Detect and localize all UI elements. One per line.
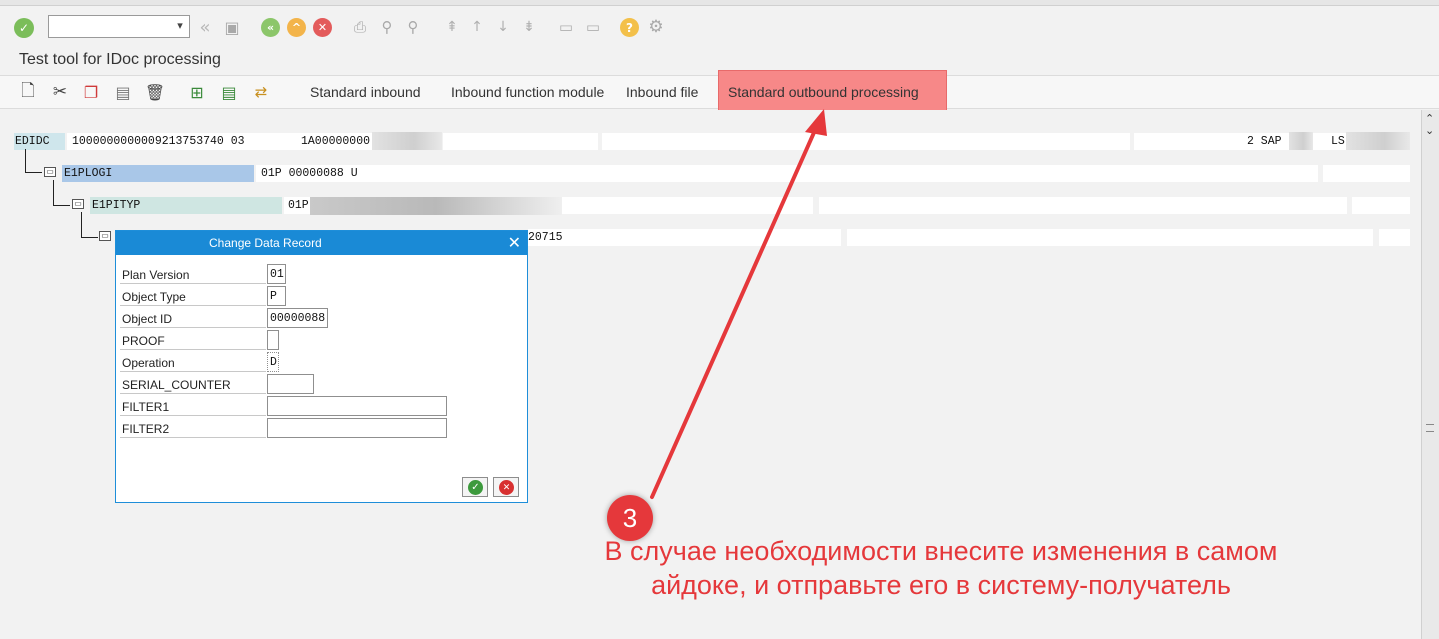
last-page-icon[interactable]: ⇟	[520, 17, 538, 37]
edidc-value-2: 1A00000000	[301, 135, 371, 148]
next-page-icon[interactable]: ↓	[494, 17, 512, 37]
print-icon[interactable]: ⎙	[350, 17, 370, 37]
row4-value: 20715	[528, 231, 563, 244]
folder-icon[interactable]: ▭	[99, 231, 111, 241]
edidc-value-1: 1000000000009213753740 03	[72, 135, 245, 148]
e1plogi-node[interactable]: E1PLOGI	[64, 167, 112, 180]
e1pityp-cell-2	[819, 197, 1347, 214]
chevron-down-icon[interactable]: ▾	[173, 19, 187, 34]
first-page-icon[interactable]: ⇞	[443, 17, 461, 37]
cancel-button[interactable]: ✕	[493, 477, 519, 497]
tree-connector	[81, 237, 98, 238]
tree-connector	[53, 205, 70, 206]
transfer-icon[interactable]: ⇄	[251, 81, 271, 103]
tree-connector	[25, 172, 42, 173]
dialog-header: Change Data Record ✕	[116, 231, 527, 255]
folder-icon[interactable]: ▭	[72, 199, 84, 209]
edidc-cell-2	[443, 133, 598, 150]
tree-connector	[25, 149, 26, 173]
tree-connector	[81, 212, 82, 238]
cancel-icon[interactable]: ✕	[313, 18, 332, 37]
object-type-field[interactable]: P	[267, 286, 286, 306]
new-document-icon[interactable]: 🗋	[18, 81, 38, 103]
e1plogi-cell-2	[1323, 165, 1410, 182]
cancel-x-icon: ✕	[499, 480, 514, 495]
inbound-function-module-button[interactable]: Inbound function module	[451, 84, 604, 100]
system-toolbar: ✓ ▾ « ▣ « ^ ✕ ⎙ ⚲ ⚲ ⇞ ↑ ↓ ⇟ ▭ ▭ ? ⚙	[0, 8, 1439, 48]
redacted-value	[310, 197, 562, 215]
e1pityp-node[interactable]: E1PITYP	[92, 199, 140, 212]
operation-label: Operation	[120, 351, 266, 372]
sap-window: { "title": "Test tool for IDoc processin…	[0, 0, 1439, 639]
save-icon[interactable]: ▣	[222, 17, 242, 37]
insert-segment-icon[interactable]: ⊞	[187, 81, 207, 103]
filter2-field[interactable]	[267, 418, 447, 438]
annotation-text: В случае необходимости внесите изменения…	[536, 534, 1346, 602]
dialog-title: Change Data Record	[209, 236, 322, 250]
serial-counter-field[interactable]	[267, 374, 314, 394]
previous-page-icon[interactable]: ↑	[468, 17, 486, 37]
redacted-value	[1289, 132, 1313, 150]
copy-icon[interactable]: ❐	[81, 81, 101, 103]
redacted-value	[372, 132, 442, 150]
proof-label: PROOF	[120, 329, 266, 350]
enter-icon[interactable]: ✓	[14, 18, 34, 38]
delete-icon[interactable]: 🗑	[145, 81, 165, 103]
close-icon[interactable]: ✕	[508, 233, 521, 253]
filter1-field[interactable]	[267, 396, 447, 416]
standard-inbound-button[interactable]: Standard inbound	[310, 84, 421, 100]
object-id-field[interactable]: 00000088	[267, 308, 328, 328]
object-id-label: Object ID	[120, 307, 266, 328]
page-title: Test tool for IDoc processing	[19, 51, 221, 68]
e1plogi-cell-1	[256, 165, 1318, 182]
edidc-value-3: 2 SAP	[1247, 135, 1282, 148]
proof-field[interactable]	[267, 330, 279, 350]
e1pityp-value: 01P	[288, 199, 309, 212]
plan-version-label: Plan Version	[120, 263, 266, 284]
confirm-button[interactable]: ✓	[462, 477, 488, 497]
tree-connector	[53, 180, 54, 206]
row4-cell-1	[528, 229, 841, 246]
plan-version-field[interactable]: 01	[267, 264, 286, 284]
help-icon[interactable]: ?	[620, 18, 639, 37]
segment-editor-icon[interactable]: ▤	[219, 81, 239, 103]
e1pityp-cell-3	[1352, 197, 1410, 214]
annotation-line-1: В случае необходимости внесите изменения…	[604, 536, 1278, 566]
inbound-file-button[interactable]: Inbound file	[626, 84, 698, 100]
row4-cell-3	[1379, 229, 1410, 246]
row4-cell-2	[847, 229, 1373, 246]
vertical-scrollbar[interactable]: ⌃ ⌄	[1421, 110, 1439, 639]
serial-counter-label: SERIAL_COUNTER	[120, 373, 266, 394]
redacted-value	[1346, 132, 1410, 150]
filter1-label: FILTER1	[120, 395, 266, 416]
change-data-record-dialog: Change Data Record ✕ Plan Version 01 Obj…	[115, 230, 528, 503]
find-icon[interactable]: ⚲	[377, 17, 397, 37]
exit-icon[interactable]: ^	[287, 18, 306, 37]
standard-outbound-processing-button[interactable]: Standard outbound processing	[718, 70, 947, 111]
edidc-value-4: LS	[1331, 135, 1345, 148]
command-field[interactable]: ▾	[48, 15, 190, 38]
e1plogi-value: 01P 00000088 U	[261, 167, 358, 180]
window-top-border	[0, 0, 1439, 6]
checkmark-icon: ✓	[468, 480, 483, 495]
edidc-node[interactable]: EDIDC	[15, 135, 50, 148]
shortcut-icon[interactable]: ▭	[583, 17, 603, 37]
cut-icon[interactable]: ✂	[50, 81, 70, 103]
filter2-label: FILTER2	[120, 417, 266, 438]
find-next-icon[interactable]: ⚲	[403, 17, 423, 37]
folder-icon[interactable]: ▭	[44, 167, 56, 177]
edidc-cell-3	[602, 133, 1130, 150]
scroll-down-icon[interactable]: ⌄	[1425, 124, 1434, 137]
back-icon[interactable]: «	[261, 18, 280, 37]
object-type-label: Object Type	[120, 285, 266, 306]
back-double-icon[interactable]: «	[196, 16, 214, 38]
new-session-icon[interactable]: ▭	[556, 17, 576, 37]
scroll-thumb-grip[interactable]	[1426, 424, 1434, 432]
paste-icon[interactable]: ▤	[113, 81, 133, 103]
annotation-line-2: айдоке, и отправьте его в систему-получа…	[651, 570, 1231, 600]
operation-field[interactable]: D	[267, 352, 279, 372]
settings-icon[interactable]: ⚙	[645, 16, 667, 38]
